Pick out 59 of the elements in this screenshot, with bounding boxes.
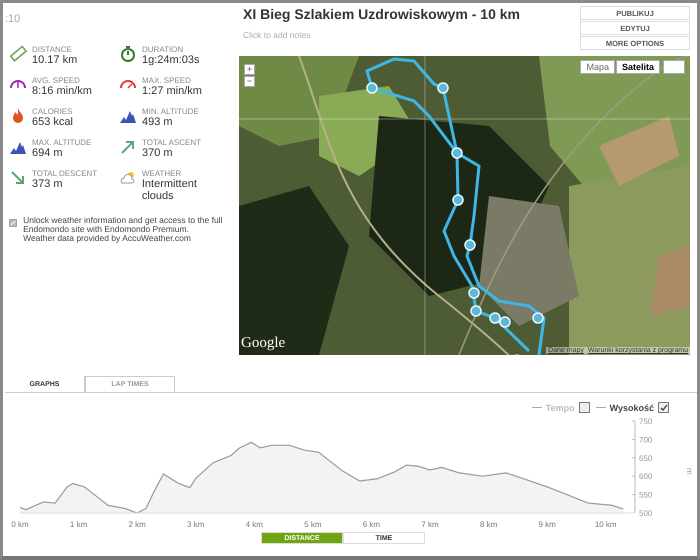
legend-checkbox[interactable] [578, 402, 590, 413]
stat-label: AVG. SPEED [32, 76, 81, 85]
stat-value: 373 m [32, 178, 64, 190]
time-fragment: :10 [5, 13, 22, 25]
legend-checkbox[interactable] [658, 402, 669, 413]
stat-label: TOTAL DESCENT [32, 169, 98, 178]
zoom-out-button[interactable]: − [244, 76, 255, 87]
y-tick-label: 550 [639, 490, 652, 500]
y-tick-label: 700 [639, 435, 652, 444]
legend-label: Tempo [546, 402, 575, 412]
stat-label: TOTAL ASCENT [142, 138, 201, 147]
stat-label: MAX. ALTITUDE [32, 138, 92, 147]
premium-icon [9, 216, 18, 230]
x-tick-label: 0 km [11, 520, 29, 529]
stat-label: CALORIES [32, 107, 73, 116]
stat-value: 493 m [142, 116, 174, 128]
x-tick-label: 1 km [70, 520, 88, 529]
stat-value: 10.17 km [32, 54, 78, 66]
stat-label: DURATION [142, 45, 184, 54]
stat-value: 694 m [32, 147, 64, 159]
stat-value: 653 kcal [32, 116, 73, 128]
stopwatch-icon [119, 45, 137, 63]
legend-line [532, 407, 542, 408]
x-tick-label: 2 km [128, 520, 146, 529]
y-tick-label: 750 [639, 417, 652, 426]
arrow-down-right-icon [9, 169, 27, 187]
stat-label: MAX. SPEED [142, 76, 192, 85]
y-axis-title: m [685, 468, 694, 475]
stat-label: WEATHER [142, 169, 182, 178]
x-tick-label: 6 km [362, 520, 380, 529]
x-tick-label: 8 km [480, 520, 498, 529]
x-tick-label: 7 km [421, 520, 439, 529]
fullscreen-button[interactable] [663, 60, 685, 74]
stat-value: 1:27 min/km [142, 85, 202, 97]
y-tick-label: 650 [639, 454, 652, 463]
stat-value: 1g:24m:03s [142, 54, 200, 66]
x-tick-label: 5 km [304, 520, 322, 529]
stat-label: MIN. ALTITUDE [142, 107, 199, 116]
zoom-in-button[interactable]: + [244, 64, 255, 75]
map-logo: Google [241, 335, 286, 352]
y-tick-label: 500 [639, 509, 652, 518]
stat-value: 370 m [142, 147, 174, 159]
ruler-icon [9, 45, 27, 63]
stat-value: Intermittent clouds [142, 178, 198, 202]
stat-label: DISTANCE [32, 45, 73, 54]
x-tick-label: 4 km [246, 520, 263, 529]
x-tick-label: 9 km [538, 520, 556, 529]
x-tick-label: 3 km [187, 520, 204, 529]
x-tick-label: 10 km [594, 520, 617, 529]
y-tick-label: 600 [639, 472, 652, 482]
legend-line [596, 407, 606, 408]
premium-note: Unlock weather information and get access to the full Endomondo site with Endomondo Premium. [23, 216, 224, 234]
weather-credit: Weather data provided by AccuWeather.com [23, 234, 192, 243]
arrow-up-right-icon [119, 138, 137, 156]
map-type-button[interactable]: Satelita [616, 60, 660, 74]
stat-value: 8:16 min/km [32, 85, 92, 97]
legend-label: Wysokość [610, 402, 654, 412]
map-type-button[interactable]: Mapa [580, 60, 615, 74]
workout-title: XI Bieg Szlakiem Uzdrowiskowym - 10 km [243, 6, 520, 22]
